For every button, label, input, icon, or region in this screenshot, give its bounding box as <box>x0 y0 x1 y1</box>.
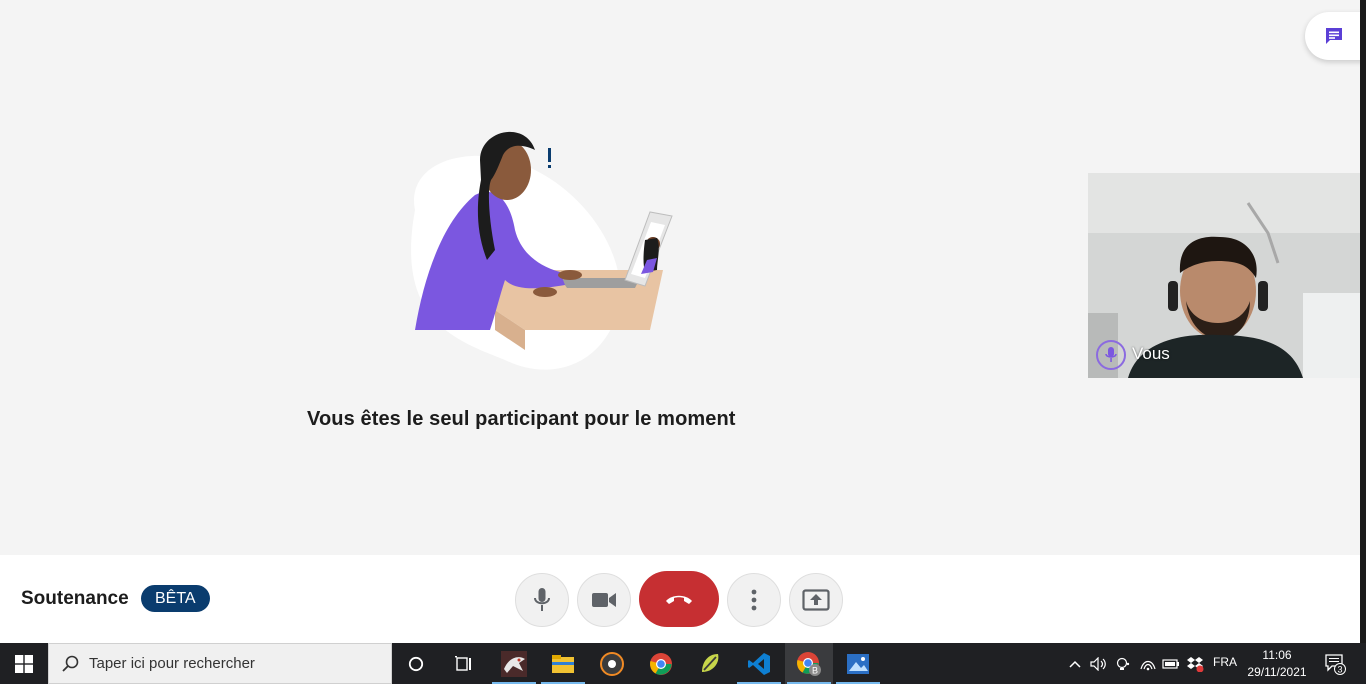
dropbox-icon <box>1187 656 1204 672</box>
search-placeholder: Taper ici pour rechercher <box>89 655 255 672</box>
battery-icon <box>1162 658 1179 669</box>
taskbar-search-box[interactable]: Taper ici pour rechercher <box>48 643 392 684</box>
chrome-profile-button[interactable]: B <box>785 643 833 684</box>
cortana-icon <box>408 656 424 671</box>
meeting-name: Soutenance <box>21 588 129 609</box>
task-view-icon <box>455 655 471 671</box>
microphone-icon <box>534 588 550 611</box>
camera-tray-button[interactable] <box>1113 643 1133 684</box>
input-language[interactable]: FRA <box>1213 655 1237 669</box>
clock-date: 29/11/2021 <box>1247 665 1307 679</box>
app-dragon-button[interactable] <box>490 643 538 684</box>
volume-button[interactable] <box>1088 643 1110 684</box>
controls-bar: Soutenance BÊTA <box>0 555 1360 643</box>
microphone-button[interactable] <box>515 573 569 627</box>
self-mic-status <box>1096 340 1126 370</box>
chrome-profile-icon: B <box>797 651 821 676</box>
chrome-icon <box>650 652 672 675</box>
meeting-stage: Vous êtes le seul participant pour le mo… <box>0 0 1366 555</box>
share-screen-button[interactable] <box>789 573 843 627</box>
microphone-icon <box>1105 347 1117 362</box>
alone-illustration <box>411 131 673 370</box>
dropbox-button[interactable] <box>1184 643 1206 684</box>
more-options-button[interactable] <box>727 573 781 627</box>
notifications-count: 3 <box>1337 664 1342 674</box>
window-edge <box>1360 0 1366 643</box>
speaker-icon <box>1090 656 1106 671</box>
taskbar: Taper ici pour rechercher B FRA 11:06 29… <box>0 643 1366 684</box>
start-button[interactable] <box>0 643 48 684</box>
wifi-icon <box>1140 660 1156 670</box>
chat-icon <box>1326 28 1342 44</box>
winrar-icon <box>702 653 719 672</box>
media-player-button[interactable] <box>588 643 636 684</box>
media-player-icon <box>600 651 624 676</box>
task-view-button[interactable] <box>440 643 488 684</box>
network-button[interactable] <box>1137 643 1159 684</box>
vscode-button[interactable] <box>735 643 783 684</box>
self-video-frame <box>1088 173 1360 378</box>
hang-up-button[interactable] <box>639 571 719 627</box>
chrome-button[interactable] <box>637 643 685 684</box>
action-center-button[interactable]: 3 <box>1320 643 1350 684</box>
camera-button[interactable] <box>577 573 631 627</box>
alone-message: Vous êtes le seul participant pour le mo… <box>307 408 736 430</box>
taskbar-clock[interactable]: 11:06 29/11/2021 <box>1240 647 1314 681</box>
self-name-label: Vous <box>1132 344 1170 363</box>
cortana-button[interactable] <box>392 643 440 684</box>
photos-icon <box>847 653 869 674</box>
vscode-icon <box>748 652 770 675</box>
camera-icon <box>592 593 616 607</box>
file-explorer-icon <box>552 654 574 673</box>
file-explorer-button[interactable] <box>539 643 587 684</box>
chat-button[interactable] <box>1305 12 1366 60</box>
search-icon <box>62 655 79 672</box>
show-hidden-icons-button[interactable] <box>1066 643 1084 684</box>
webcam-icon <box>1116 657 1130 670</box>
app-dragon-icon <box>501 650 527 677</box>
hang-up-icon <box>666 595 692 604</box>
notifications-icon: 3 <box>1325 653 1346 675</box>
winrar-button[interactable] <box>686 643 734 684</box>
windows-logo-icon <box>15 654 33 673</box>
beta-badge: BÊTA <box>141 585 210 612</box>
chevron-up-icon <box>1069 660 1081 668</box>
self-video-tile[interactable]: Vous <box>1088 173 1360 378</box>
svg-text:B: B <box>812 665 818 675</box>
clock-time: 11:06 <box>1262 648 1292 662</box>
share-screen-icon <box>802 589 830 611</box>
battery-button[interactable] <box>1160 643 1182 684</box>
photos-button[interactable] <box>834 643 882 684</box>
app-window: Vous êtes le seul participant pour le mo… <box>0 0 1366 684</box>
more-options-icon <box>751 589 757 611</box>
